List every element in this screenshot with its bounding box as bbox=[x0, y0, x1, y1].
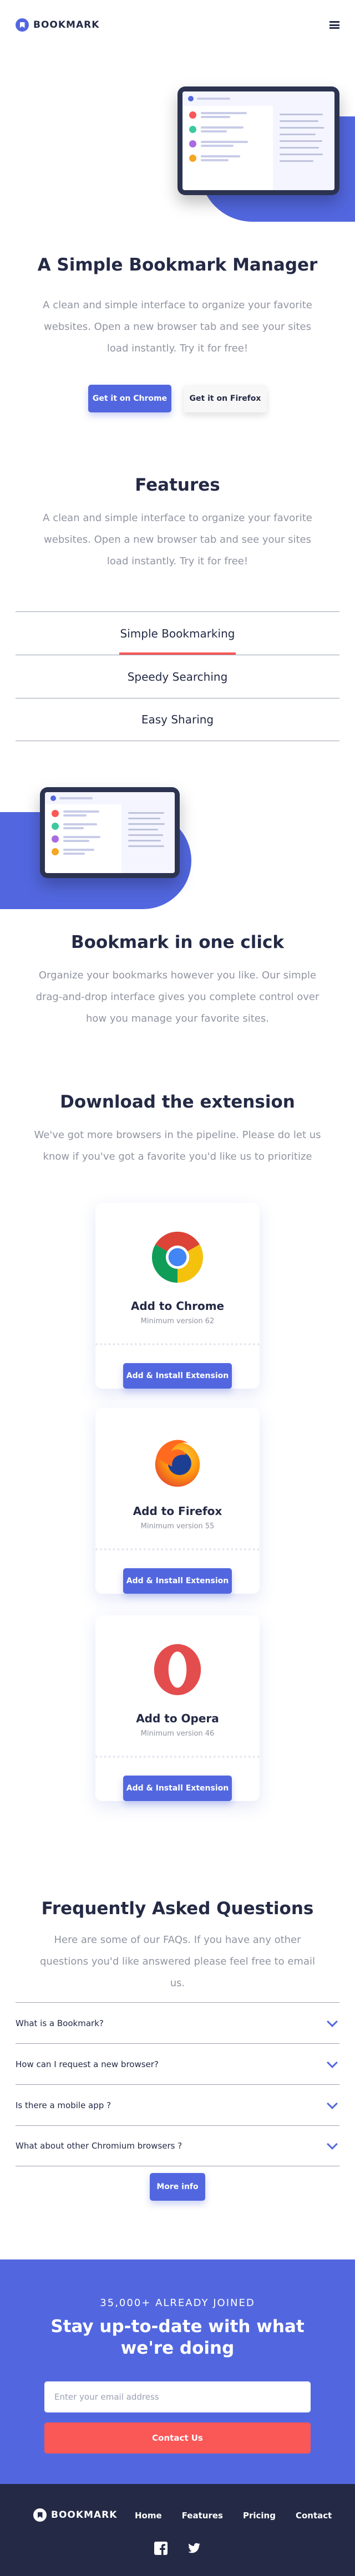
feature-tabs: Simple Bookmarking Speedy Searching Easy… bbox=[16, 611, 339, 741]
logo[interactable]: BOOKMARK bbox=[16, 18, 99, 32]
chevron-down-icon[interactable] bbox=[327, 2098, 338, 2109]
card-title: Add to Chrome bbox=[130, 1299, 225, 1313]
newsletter-title: Stay up-to-date with what we're doing bbox=[50, 2317, 305, 2358]
install-firefox-button[interactable]: Add & Install Extension bbox=[123, 1568, 232, 1594]
hero-illustration bbox=[178, 86, 339, 195]
tab-simple-bookmarking[interactable]: Simple Bookmarking bbox=[16, 611, 339, 655]
header: BOOKMARK bbox=[0, 0, 355, 50]
newsletter-section: 35,000+ ALREADY JOINED Stay up-to-date w… bbox=[0, 2259, 355, 2484]
joined-count: 35,000+ ALREADY JOINED bbox=[100, 2297, 255, 2309]
features-title: Features bbox=[135, 475, 220, 495]
more-info-button[interactable]: More info bbox=[150, 2173, 205, 2201]
get-chrome-button[interactable]: Get it on Chrome bbox=[88, 385, 171, 412]
chevron-down-icon[interactable] bbox=[327, 2139, 338, 2150]
footer-link-contact[interactable]: Contact bbox=[296, 2511, 332, 2521]
feature-illustration bbox=[40, 787, 180, 878]
footer-link-features[interactable]: Features bbox=[182, 2511, 223, 2521]
extension-card: Add to Opera Minimum version 46 Add & In… bbox=[95, 1615, 260, 1801]
extension-card: Add to Firefox Minimum version 55 Add & … bbox=[95, 1408, 260, 1594]
logo-text: BOOKMARK bbox=[51, 2509, 118, 2521]
tab-speedy-searching[interactable]: Speedy Searching bbox=[16, 655, 339, 698]
faq-question: What about other Chromium browsers ? bbox=[16, 2141, 182, 2151]
bookmark-logo-icon bbox=[16, 18, 29, 32]
logo-text: BOOKMARK bbox=[33, 19, 100, 30]
tab-easy-sharing[interactable]: Easy Sharing bbox=[16, 698, 339, 741]
contact-us-button[interactable]: Contact Us bbox=[44, 2422, 311, 2453]
card-min-version: Minimum version 55 bbox=[140, 1522, 215, 1531]
feature-panel-text: Organize your bookmarks however you like… bbox=[36, 970, 320, 1024]
chrome-icon bbox=[151, 1231, 204, 1283]
download-text: We've got more browsers in the pipeline.… bbox=[34, 1129, 321, 1162]
firefox-icon bbox=[155, 1440, 200, 1487]
footer: BOOKMARK Home Features Pricing Contact bbox=[0, 2484, 355, 2576]
features-text: A clean and simple interface to organize… bbox=[43, 512, 312, 567]
extension-card: Add to Chrome Minimum version 62 Add & I… bbox=[95, 1203, 260, 1389]
card-divider bbox=[95, 1755, 260, 1758]
faq-title: Frequently Asked Questions bbox=[41, 1899, 314, 1919]
card-title: Add to Opera bbox=[136, 1711, 219, 1725]
chevron-down-icon[interactable] bbox=[327, 2057, 338, 2068]
faq-item[interactable]: How can I request a new browser? bbox=[16, 2043, 339, 2084]
install-chrome-button[interactable]: Add & Install Extension bbox=[123, 1363, 232, 1389]
bookmark-logo-icon bbox=[33, 2508, 47, 2522]
faq-question: Is there a mobile app ? bbox=[16, 2100, 111, 2110]
card-divider bbox=[95, 1343, 260, 1345]
email-field[interactable] bbox=[44, 2381, 311, 2412]
card-divider bbox=[95, 1548, 260, 1550]
feature-panel-title: Bookmark in one click bbox=[70, 932, 285, 952]
download-title: Download the extension bbox=[60, 1092, 295, 1112]
install-opera-button[interactable]: Add & Install Extension bbox=[123, 1775, 232, 1801]
faq-list: What is a Bookmark? How can I request a … bbox=[16, 2002, 339, 2166]
footer-link-pricing[interactable]: Pricing bbox=[243, 2511, 276, 2521]
card-min-version: Minimum version 62 bbox=[140, 1317, 215, 1325]
faq-question: How can I request a new browser? bbox=[16, 2059, 159, 2069]
footer-logo[interactable]: BOOKMARK bbox=[33, 2508, 117, 2522]
footer-link-home[interactable]: Home bbox=[135, 2511, 162, 2521]
faq-item[interactable]: What is a Bookmark? bbox=[16, 2002, 339, 2043]
social-links bbox=[0, 2542, 355, 2555]
faq-text: Here are some of our FAQs. If you have a… bbox=[39, 1934, 315, 1989]
twitter-icon[interactable] bbox=[187, 2542, 201, 2555]
chevron-down-icon[interactable] bbox=[327, 2016, 338, 2027]
get-firefox-button[interactable]: Get it on Firefox bbox=[184, 385, 267, 412]
card-title: Add to Firefox bbox=[133, 1504, 222, 1518]
card-min-version: Minimum version 46 bbox=[140, 1729, 215, 1738]
hamburger-icon[interactable] bbox=[329, 21, 339, 29]
hero-title: A Simple Bookmark Manager bbox=[37, 255, 318, 275]
faq-item[interactable]: What about other Chromium browsers ? bbox=[16, 2125, 339, 2166]
footer-nav: Home Features Pricing Contact bbox=[135, 2511, 332, 2521]
faq-question: What is a Bookmark? bbox=[16, 2018, 104, 2028]
faq-item[interactable]: Is there a mobile app ? bbox=[16, 2084, 339, 2125]
hero-text: A clean and simple interface to organize… bbox=[43, 299, 312, 354]
facebook-icon[interactable] bbox=[154, 2542, 168, 2555]
opera-icon bbox=[154, 1644, 201, 1695]
